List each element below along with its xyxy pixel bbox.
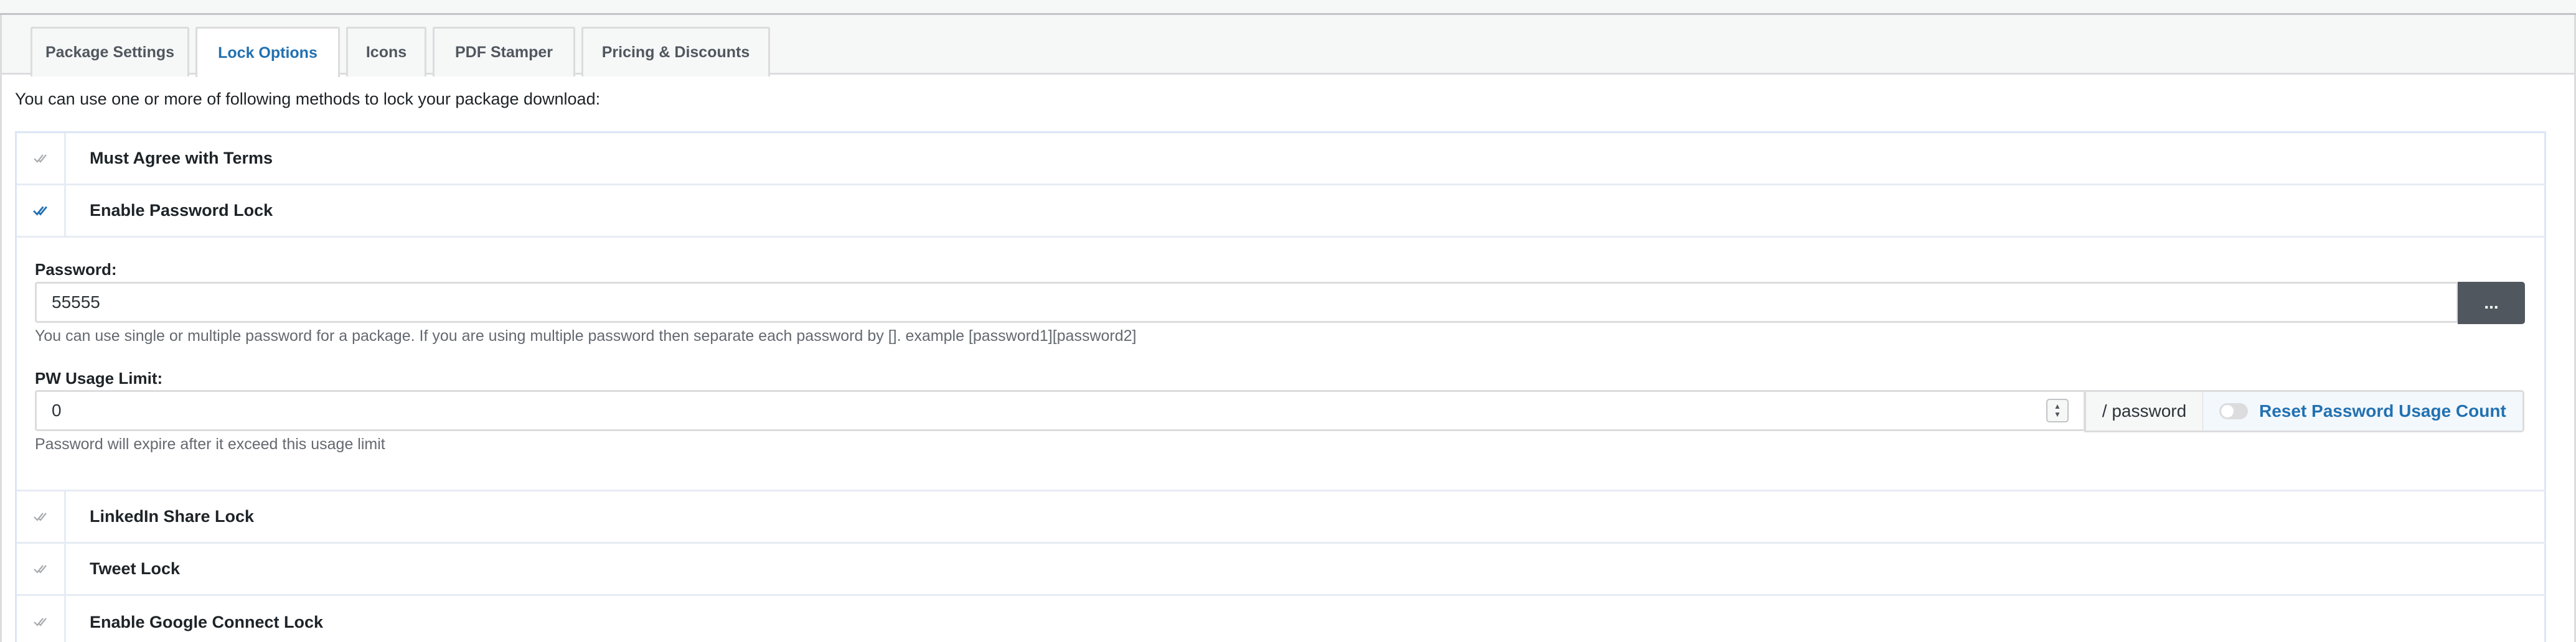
reset-usage-count-button[interactable]: Reset Password Usage Count — [2203, 390, 2524, 432]
password-field-label: Password: — [35, 260, 117, 279]
lock-row-must-agree: Must Agree with Terms — [17, 133, 2546, 185]
tab-bar: Package Settings Lock Options Icons PDF … — [2, 15, 2574, 77]
usage-limit-input[interactable]: 0 — [35, 390, 2085, 431]
tab-pricing-discounts[interactable]: Pricing & Discounts — [581, 27, 770, 77]
must-agree-label[interactable]: Must Agree with Terms — [90, 133, 273, 184]
tab-pdf-stamper[interactable]: PDF Stamper — [433, 27, 575, 77]
tweet-lock-label[interactable]: Tweet Lock — [90, 544, 180, 594]
lock-row-tweet: Tweet Lock — [17, 544, 2546, 596]
number-spinner[interactable]: ▲ ▼ — [2046, 399, 2069, 422]
per-password-suffix: / password — [2084, 390, 2204, 432]
password-help-text: You can use single or multiple password … — [35, 327, 1137, 345]
linkedin-lock-checkbox[interactable] — [17, 491, 66, 542]
google-lock-label[interactable]: Enable Google Connect Lock — [90, 596, 323, 642]
toggle-icon — [2219, 403, 2248, 419]
double-check-icon — [34, 154, 47, 163]
password-lock-label[interactable]: Enable Password Lock — [90, 185, 273, 236]
usage-limit-help-text: Password will expire after it exceed thi… — [35, 435, 385, 453]
lock-row-password: Enable Password Lock — [17, 185, 2546, 238]
lock-row-google: Enable Google Connect Lock — [17, 596, 2546, 642]
must-agree-checkbox[interactable] — [17, 133, 66, 184]
intro-text: You can use one or more of following met… — [15, 90, 601, 108]
tab-icons[interactable]: Icons — [346, 27, 426, 77]
metabox-header — [0, 0, 2576, 15]
double-check-icon — [34, 618, 47, 626]
tab-package-settings[interactable]: Package Settings — [31, 27, 189, 77]
linkedin-lock-label[interactable]: LinkedIn Share Lock — [90, 491, 254, 542]
spin-down-icon[interactable]: ▼ — [2054, 411, 2061, 419]
google-lock-checkbox[interactable] — [17, 596, 66, 642]
password-lock-checkbox[interactable] — [17, 185, 66, 236]
double-check-icon — [34, 512, 47, 521]
usage-limit-label: PW Usage Limit: — [35, 369, 163, 388]
generate-password-button[interactable]: ... — [2458, 282, 2525, 324]
tweet-lock-checkbox[interactable] — [17, 544, 66, 594]
password-input[interactable]: 55555 — [35, 282, 2458, 323]
double-check-icon — [33, 206, 47, 216]
double-check-icon — [34, 564, 47, 574]
lock-row-linkedin: LinkedIn Share Lock — [17, 491, 2546, 544]
reset-usage-count-label: Reset Password Usage Count — [2259, 401, 2506, 421]
tab-lock-options[interactable]: Lock Options — [195, 27, 340, 77]
